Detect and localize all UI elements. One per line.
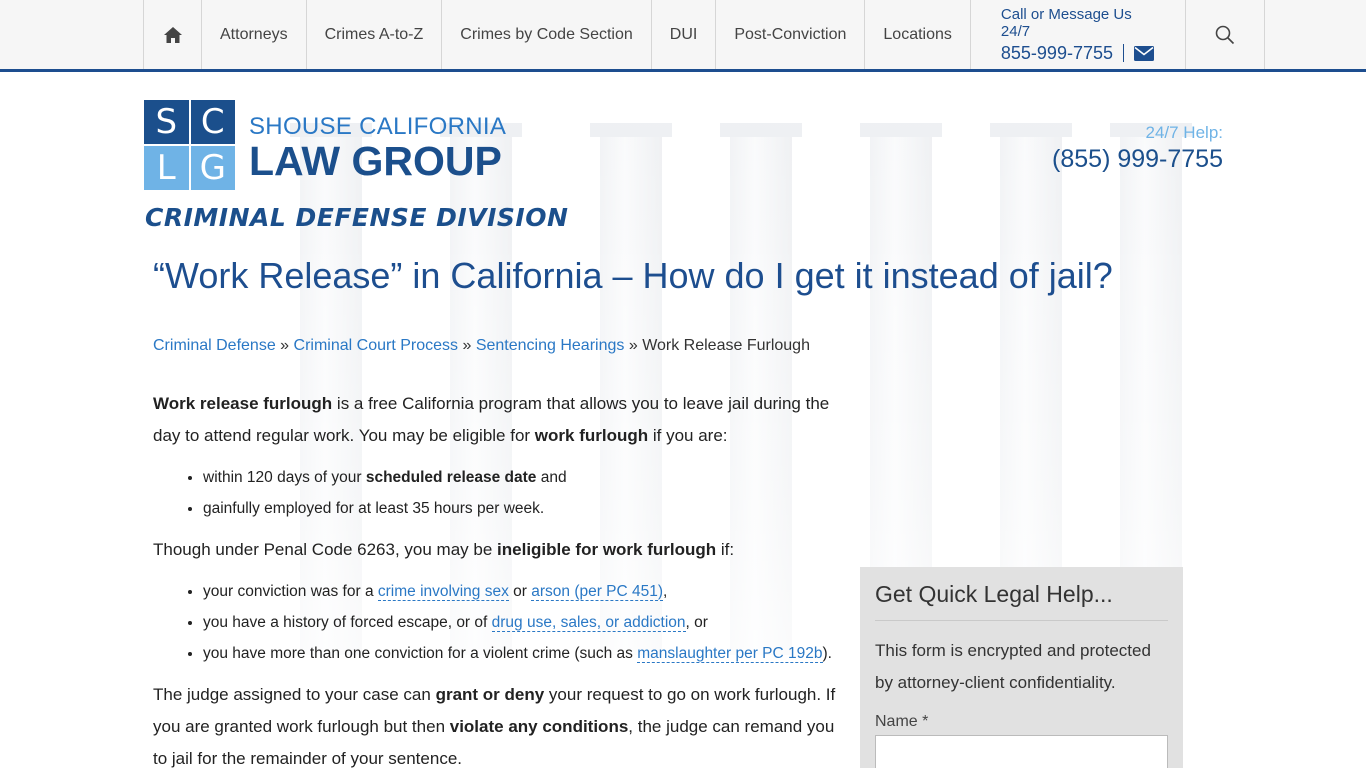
logo-letter: G bbox=[190, 146, 235, 190]
breadcrumb-separator: » bbox=[628, 337, 638, 354]
search-icon bbox=[1215, 25, 1234, 44]
nav-crimes-by-code-section[interactable]: Crimes by Code Section bbox=[441, 0, 651, 69]
text: your conviction was for a bbox=[203, 583, 378, 600]
paragraph-ineligible: Though under Penal Code 6263, you may be… bbox=[153, 534, 843, 566]
logo-line-1: SHOUSE CALIFORNIA bbox=[249, 113, 507, 140]
list-item: gainfully employed for at least 35 hours… bbox=[203, 493, 843, 524]
envelope-icon[interactable] bbox=[1134, 45, 1154, 61]
eligibility-list: within 120 days of your scheduled releas… bbox=[203, 462, 843, 524]
logo-letter: C bbox=[190, 100, 235, 144]
text: Though under Penal Code 6263, you may be bbox=[153, 540, 498, 559]
nav-home[interactable] bbox=[143, 0, 201, 69]
nav-contact: Call or Message Us 24/7 855-999-7755 bbox=[969, 0, 1185, 69]
text: or bbox=[508, 583, 532, 600]
list-item: within 120 days of your scheduled releas… bbox=[203, 462, 843, 493]
text: ). bbox=[822, 645, 832, 662]
nav-post-conviction[interactable]: Post-Conviction bbox=[715, 0, 864, 69]
list-item: you have a history of forced escape, or … bbox=[203, 607, 843, 638]
nav-attorneys[interactable]: Attorneys bbox=[201, 0, 306, 69]
link-manslaughter[interactable]: manslaughter per PC 192b bbox=[637, 645, 823, 663]
text: you have a history of forced escape, or … bbox=[203, 614, 492, 631]
contact-label: Call or Message Us 24/7 bbox=[1000, 5, 1132, 40]
breadcrumb-current: Work Release Furlough bbox=[642, 337, 810, 354]
search-button[interactable] bbox=[1184, 0, 1265, 69]
form-note: This form is encrypted and protected by … bbox=[875, 641, 1151, 692]
breadcrumb: Criminal Defense » Criminal Court Proces… bbox=[153, 337, 810, 355]
breadcrumb-separator: » bbox=[462, 337, 472, 354]
paragraph-intro: Work release furlough is a free Californ… bbox=[153, 388, 843, 452]
nav-dui[interactable]: DUI bbox=[650, 0, 716, 69]
help-contact: 24/7 Help: (855) 999-7755 bbox=[1052, 123, 1223, 174]
list-item: your conviction was for a crime involvin… bbox=[203, 576, 843, 607]
bold-text: grant or deny bbox=[435, 685, 545, 704]
page-title: “Work Release” in California – How do I … bbox=[153, 255, 1113, 296]
paragraph-judge: The judge assigned to your case can gran… bbox=[153, 679, 843, 768]
help-phone-link[interactable]: (855) 999-7755 bbox=[1052, 145, 1223, 174]
link-crime-involving-sex[interactable]: crime involving sex bbox=[377, 583, 509, 601]
contact-divider bbox=[1123, 44, 1124, 62]
bold-text: work furlough bbox=[534, 426, 649, 445]
quick-help-form: Get Quick Legal Help... This form is enc… bbox=[860, 567, 1183, 768]
top-navigation: Attorneys Crimes A-to-Z Crimes by Code S… bbox=[0, 0, 1366, 72]
list-item: you have more than one conviction for a … bbox=[203, 638, 843, 669]
home-icon bbox=[163, 26, 182, 43]
text: , or bbox=[685, 614, 708, 631]
bold-text: ineligible for work furlough bbox=[497, 540, 717, 559]
text: , bbox=[663, 583, 668, 600]
bold-text: violate any conditions bbox=[449, 717, 629, 736]
bold-text: scheduled release date bbox=[365, 469, 537, 486]
logo-letter: S bbox=[144, 100, 189, 144]
name-field[interactable] bbox=[875, 735, 1168, 768]
logo-line-2: LAW GROUP bbox=[249, 138, 502, 184]
text: if you are: bbox=[648, 426, 728, 445]
nav-locations[interactable]: Locations bbox=[864, 0, 970, 69]
logo-mark: S C L G bbox=[144, 100, 235, 190]
help-label: 24/7 Help: bbox=[1145, 123, 1224, 142]
link-drug-use[interactable]: drug use, sales, or addiction bbox=[491, 614, 686, 632]
breadcrumb-criminal-court-process[interactable]: Criminal Court Process bbox=[294, 337, 458, 354]
article-body: Work release furlough is a free Californ… bbox=[153, 388, 843, 768]
breadcrumb-separator: » bbox=[280, 337, 290, 354]
form-title: Get Quick Legal Help... bbox=[875, 581, 1168, 621]
division-title: CRIMINAL DEFENSE DIVISION bbox=[145, 203, 569, 232]
breadcrumb-criminal-defense[interactable]: Criminal Defense bbox=[153, 337, 276, 354]
contact-phone-link[interactable]: 855-999-7755 bbox=[1001, 43, 1113, 64]
text: The judge assigned to your case can bbox=[153, 685, 436, 704]
name-label: Name * bbox=[875, 713, 929, 730]
ineligibility-list: your conviction was for a crime involvin… bbox=[203, 576, 843, 669]
logo-letter: L bbox=[144, 146, 189, 190]
nav-crimes-a-to-z[interactable]: Crimes A-to-Z bbox=[305, 0, 442, 69]
link-arson[interactable]: arson (per PC 451) bbox=[531, 583, 664, 601]
text: if: bbox=[716, 540, 735, 559]
breadcrumb-sentencing-hearings[interactable]: Sentencing Hearings bbox=[476, 337, 625, 354]
site-logo[interactable]: S C L G SHOUSE CALIFORNIA LAW GROUP bbox=[144, 100, 506, 190]
text: within 120 days of your bbox=[203, 469, 366, 486]
bold-text: Work release furlough bbox=[153, 394, 333, 413]
text: you have more than one conviction for a … bbox=[203, 645, 638, 662]
text: and bbox=[536, 469, 567, 486]
